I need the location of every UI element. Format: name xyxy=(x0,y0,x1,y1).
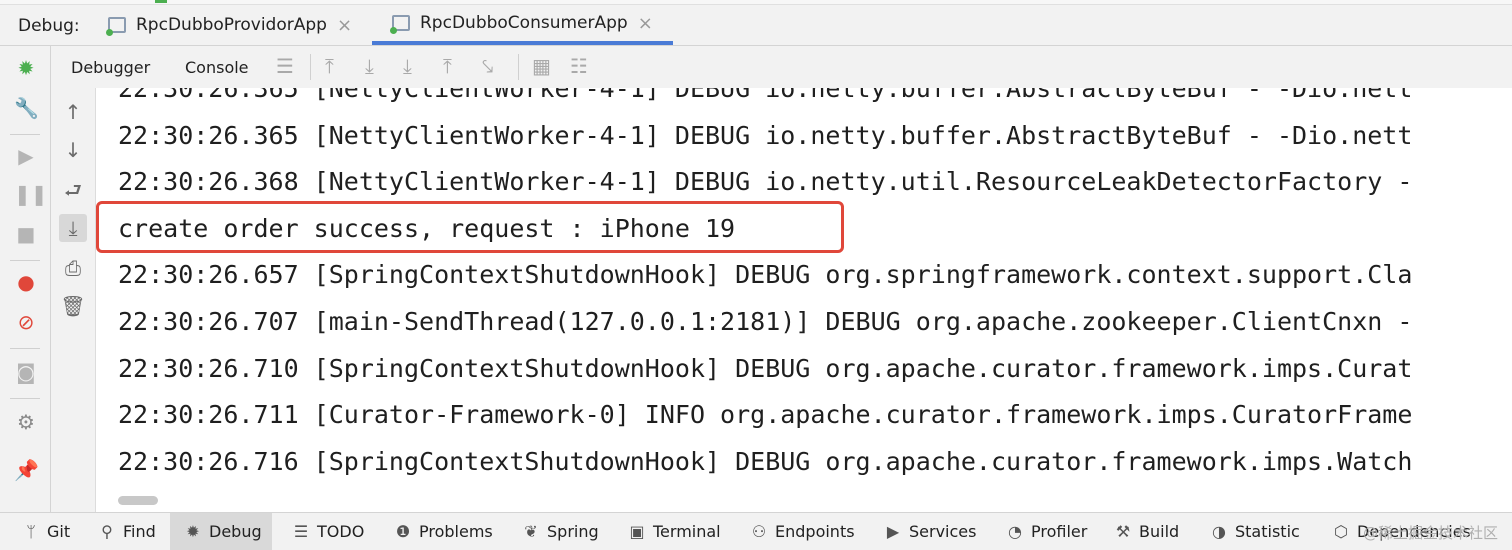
view-breakpoints-icon[interactable]: ● xyxy=(14,270,38,294)
console-lines: 22:30:26.365 [NettyClientWorker-4-1] DEB… xyxy=(118,88,1412,485)
profiler-icon: ◔ xyxy=(1008,522,1022,541)
tool-git[interactable]: ᛘ Git xyxy=(22,513,70,550)
list-icon: ☰ xyxy=(293,522,309,541)
step-out-icon[interactable]: ⤒ xyxy=(443,56,452,76)
tool-spring[interactable]: ❦ Spring xyxy=(522,513,598,550)
console-line: 22:30:26.365 [NettyClientWorker-4-1] DEB… xyxy=(118,88,1413,103)
tab-consumer-app[interactable]: RpcDubboConsumerApp × xyxy=(372,5,673,45)
mute-breakpoints-icon[interactable]: ⊘ xyxy=(14,310,38,334)
camera-icon[interactable]: ◙ xyxy=(14,360,38,384)
search-icon: ⚲ xyxy=(101,522,113,541)
services-play-icon: ▶ xyxy=(886,522,900,541)
debug-toolbar: Debugger Console ☰ ⤒ ⤓ ⤓ ⤒ ⤥ ▦ ☷ xyxy=(50,46,1512,89)
tab-provider-app[interactable]: RpcDubboProvidorApp × xyxy=(106,5,352,45)
tool-debug[interactable]: ✹ Debug xyxy=(170,513,272,550)
show-execution-point-icon[interactable]: ⤒ xyxy=(325,56,334,76)
terminal-icon: ▣ xyxy=(629,522,645,541)
gear-icon[interactable]: ⚙ xyxy=(14,410,38,434)
debug-bug-icon[interactable]: ✹ xyxy=(14,56,38,80)
tab-label: RpcDubboConsumerApp xyxy=(420,13,628,33)
tool-endpoints[interactable]: ⚇ Endpoints xyxy=(750,513,855,550)
dependencies-icon: ⬡ xyxy=(1334,522,1348,541)
debug-left-toolbar: ✹ 🔧 ▶ ❚❚ ■ ● ⊘ ◙ ⚙ 📌 xyxy=(0,46,51,512)
tab-console[interactable]: Console xyxy=(185,58,249,77)
trash-icon[interactable]: 🗑 xyxy=(59,292,87,320)
print-icon[interactable]: ⎙ xyxy=(59,254,87,282)
info-icon: ❶ xyxy=(395,522,411,541)
pause-icon[interactable]: ❚❚ xyxy=(14,182,48,206)
arrow-up-icon[interactable]: ↑ xyxy=(59,98,87,126)
console-line: 22:30:26.657 [SpringContextShutdownHook]… xyxy=(118,260,1413,290)
tab-label: RpcDubboProvidorApp xyxy=(136,15,327,35)
tool-profiler[interactable]: ◔ Profiler xyxy=(1006,513,1087,550)
hammer-icon: ⚒ xyxy=(1115,522,1131,541)
run-to-cursor-icon[interactable]: ⤥ xyxy=(482,56,493,76)
evaluate-expression-icon[interactable]: ▦ xyxy=(532,56,551,76)
endpoints-icon: ⚇ xyxy=(751,522,767,541)
tool-find[interactable]: ⚲ Find xyxy=(98,513,156,550)
trace-icon[interactable]: ☷ xyxy=(570,56,588,76)
menu-icon[interactable]: ☰ xyxy=(276,56,294,76)
console-line: 22:30:26.711 [Curator-Framework-0] INFO … xyxy=(118,400,1413,430)
soft-wrap-icon[interactable]: ⮐ xyxy=(59,176,87,204)
horizontal-scrollbar[interactable] xyxy=(118,496,158,505)
debug-bug-icon: ✹ xyxy=(186,522,200,541)
stop-icon[interactable]: ■ xyxy=(14,222,38,246)
toolbar-separator xyxy=(310,54,311,80)
console-line: 22:30:26.716 [SpringContextShutdownHook]… xyxy=(118,446,1413,476)
tool-services[interactable]: ▶ Services xyxy=(884,513,977,550)
pie-chart-icon: ◑ xyxy=(1212,522,1226,541)
spring-leaf-icon: ❦ xyxy=(524,522,538,541)
console-output[interactable]: 22:30:26.365 [NettyClientWorker-4-1] DEB… xyxy=(96,88,1512,512)
app-config-icon xyxy=(390,15,410,34)
tool-build[interactable]: ⚒ Build xyxy=(1114,513,1179,550)
step-over-icon[interactable]: ⤓ xyxy=(365,56,374,76)
tool-terminal[interactable]: ▣ Terminal xyxy=(628,513,720,550)
wrench-icon[interactable]: 🔧 xyxy=(14,96,39,120)
scroll-to-end-icon[interactable]: ⤓ xyxy=(59,214,87,242)
highlight-box xyxy=(96,201,844,253)
console-line: 22:30:26.710 [SpringContextShutdownHook]… xyxy=(118,353,1413,383)
tool-problems[interactable]: ❶ Problems xyxy=(394,513,493,550)
bottom-tool-window-bar: ᛘ Git ⚲ Find ✹ Debug ☰ TODO ❶ Problems ❦ Sprin… xyxy=(0,512,1512,550)
console-line: 22:30:26.707 [main-SendThread(127.0.0.1:… xyxy=(118,306,1413,336)
arrow-down-icon[interactable]: ↓ xyxy=(59,136,87,164)
console-line: 22:30:26.365 [NettyClientWorker-4-1] DEB… xyxy=(118,120,1413,150)
tab-debugger[interactable]: Debugger xyxy=(71,58,150,77)
debug-label: Debug: xyxy=(18,16,80,36)
console-line: 22:30:26.368 [NettyClientWorker-4-1] DEB… xyxy=(118,167,1413,197)
tool-statistic[interactable]: ◑ Statistic xyxy=(1210,513,1300,550)
resume-icon[interactable]: ▶ xyxy=(14,144,38,168)
console-side-toolbar: ↑ ↓ ⮐ ⤓ ⎙ 🗑 xyxy=(51,88,96,512)
watermark: @稀土掘金技术社区 xyxy=(1362,524,1498,542)
close-icon[interactable]: × xyxy=(638,13,653,34)
toolbar-separator xyxy=(518,54,519,80)
git-branch-icon: ᛘ xyxy=(26,522,36,541)
close-icon[interactable]: × xyxy=(337,15,352,36)
step-into-icon[interactable]: ⤓ xyxy=(403,56,412,76)
pin-icon[interactable]: 📌 xyxy=(14,458,39,482)
debug-tab-bar: Debug: RpcDubboProvidorApp × RpcDubboCon… xyxy=(0,5,1512,46)
app-config-icon xyxy=(106,17,126,36)
tool-todo[interactable]: ☰ TODO xyxy=(292,513,364,550)
